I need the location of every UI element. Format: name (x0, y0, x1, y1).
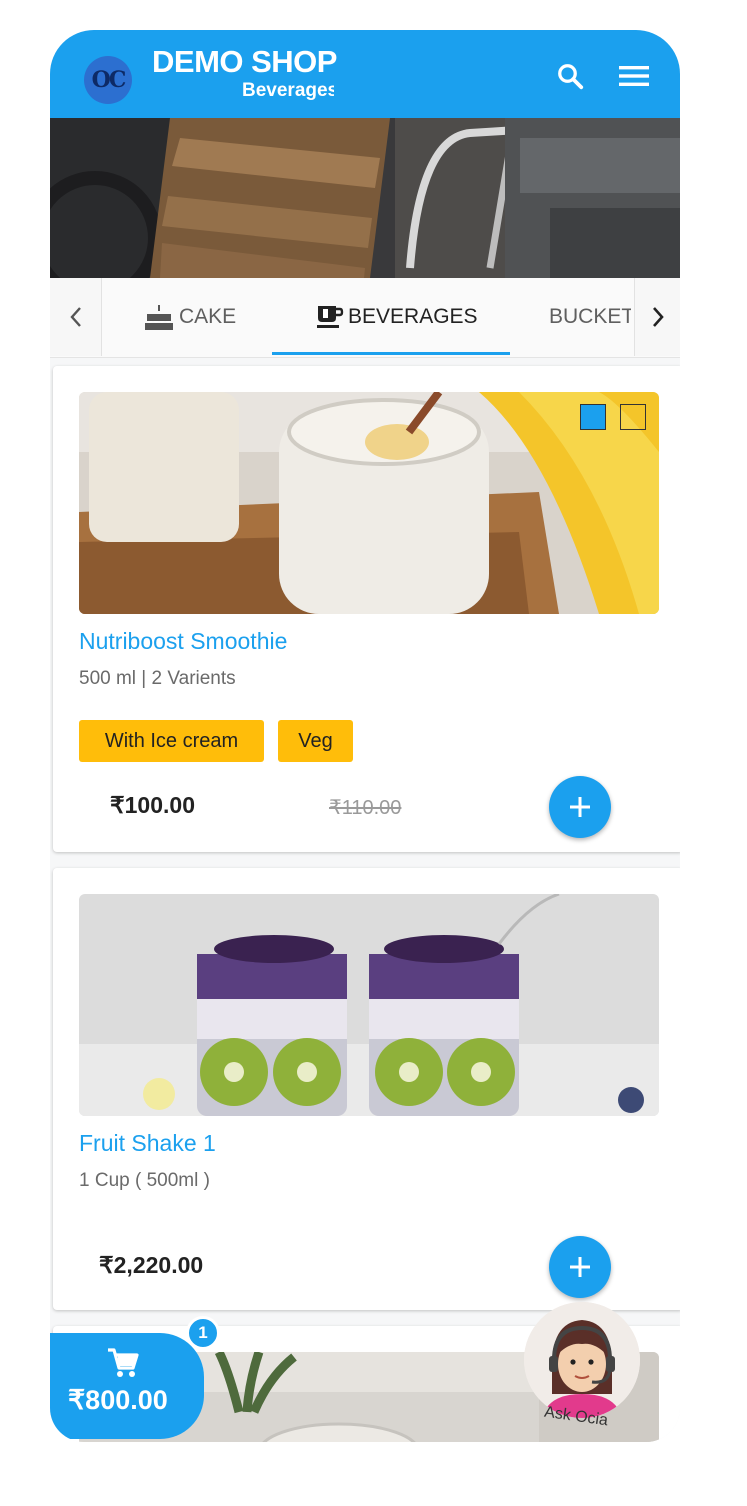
tab-bucket[interactable]: BUCKET (549, 278, 631, 356)
tabs-scroll-right-button[interactable] (634, 278, 680, 356)
add-to-cart-button[interactable] (549, 1236, 611, 1298)
coffee-cup-icon (316, 304, 344, 330)
product-old-price: ₹110.00 (329, 797, 402, 819)
product-name[interactable]: Nutriboost Smoothie (79, 628, 287, 655)
color-swatch[interactable] (620, 404, 646, 430)
category-banner (50, 118, 680, 278)
category-tabs: CAKE BEVERAGES BUCKET (50, 278, 680, 358)
color-swatch-selected[interactable] (580, 404, 606, 430)
product-card[interactable]: Nutriboost Smoothie 500 ml | 2 Varients … (53, 366, 680, 852)
tabs-scroll-left-button[interactable] (50, 278, 102, 356)
cart-total: ₹800.00 (68, 1385, 168, 1415)
product-name[interactable]: Fruit Shake 1 (79, 1130, 216, 1157)
tab-beverages[interactable]: BEVERAGES (316, 278, 478, 356)
product-image (79, 894, 659, 1116)
product-price: ₹100.00 (110, 792, 195, 818)
floating-cart-button[interactable]: ₹800.00 (50, 1333, 204, 1439)
product-tag: With Ice cream (79, 720, 264, 762)
active-tab-indicator (272, 352, 510, 355)
shop-title: DEMO SHOP (152, 44, 337, 79)
cake-icon (144, 303, 174, 331)
product-description: 1 Cup ( 500ml ) (79, 1170, 210, 1191)
product-tag: Veg (278, 720, 353, 762)
menu-icon[interactable] (616, 58, 652, 94)
tab-cake[interactable]: CAKE (144, 278, 236, 356)
product-card[interactable]: Fruit Shake 1 1 Cup ( 500ml ) ₹2,220.00 (53, 868, 680, 1310)
product-image (79, 392, 659, 614)
app-header: OC DEMO SHOP Beverages (50, 30, 680, 118)
plus-icon (570, 1257, 590, 1277)
add-to-cart-button[interactable] (549, 776, 611, 838)
cart-icon (106, 1347, 140, 1384)
assistant-avatar[interactable] (524, 1302, 640, 1418)
shop-logo[interactable]: OC (84, 56, 132, 104)
cart-count-badge: 1 (186, 1316, 220, 1350)
shop-subtitle: Beverages (242, 80, 334, 101)
app-frame: OC DEMO SHOP Beverages CAKE BEVERAGES BU… (50, 30, 680, 1442)
plus-icon (570, 797, 590, 817)
product-price: ₹2,220.00 (99, 1252, 204, 1278)
search-icon[interactable] (552, 58, 588, 94)
product-description: 500 ml | 2 Varients (79, 668, 236, 689)
